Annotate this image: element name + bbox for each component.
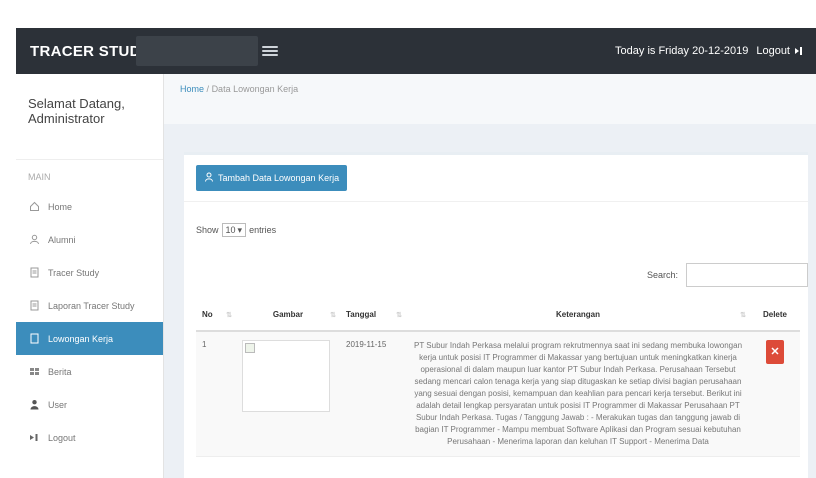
cell-tanggal: 2019-11-15 xyxy=(340,331,406,457)
sidebar-item-label: Tracer Study xyxy=(48,267,100,278)
search-input[interactable] xyxy=(686,263,808,287)
entries-value: 10 xyxy=(225,225,236,235)
sidebar-item-label: Alumni xyxy=(48,234,76,245)
table-row: 1 2019-11-15 PT Subur Indah Perkasa mela… xyxy=(196,331,800,457)
sidebar-item-label: Berita xyxy=(48,366,72,377)
nav-header: MAIN xyxy=(28,172,51,182)
cell-delete xyxy=(750,331,800,457)
search-label: Search: xyxy=(646,270,678,280)
sidebar-item-user[interactable]: User xyxy=(16,388,163,421)
sidebar-item-label: Home xyxy=(48,201,73,212)
broken-image-icon xyxy=(245,343,255,353)
search-control: Search: xyxy=(647,263,808,287)
cell-keterangan: PT Subur Indah Perkasa melalui program r… xyxy=(406,331,750,457)
column-header-keterangan[interactable]: Keterangan ⇅ xyxy=(406,299,750,332)
sidebar-item-berita[interactable]: Berita xyxy=(16,355,163,388)
file-icon xyxy=(28,333,40,345)
sidebar-item-laporan-tracer-study[interactable]: Laporan Tracer Study xyxy=(16,289,163,322)
delete-button[interactable] xyxy=(766,340,784,364)
cell-no: 1 xyxy=(196,331,236,457)
breadcrumb: Home / Data Lowongan Kerja xyxy=(164,74,816,124)
sidebar-item-home[interactable]: Home xyxy=(16,190,163,223)
sidebar-item-lowongan-kerja[interactable]: Lowongan Kerja xyxy=(16,322,163,355)
top-navbar: TRACER STUDY Today is Friday 20-12-2019 … xyxy=(16,28,816,74)
home-icon xyxy=(28,201,40,213)
table-header-row: No ⇅ Gambar ⇅ Tanggal ⇅ Keterangan ⇅ Delete xyxy=(196,299,800,332)
show-label: Show xyxy=(196,225,219,235)
file-icon xyxy=(28,300,40,312)
broken-image xyxy=(242,340,330,412)
sidebar-item-logout[interactable]: Logout xyxy=(16,421,163,454)
app-title: TRACER STUDY xyxy=(30,42,152,60)
cell-gambar xyxy=(236,331,340,457)
date-text: Today is Friday 20-12-2019 xyxy=(615,45,749,57)
data-box: Tambah Data Lowongan Kerja Show 10 ▾ ent… xyxy=(184,152,808,478)
box-divider xyxy=(184,201,808,202)
entries-length-control: Show 10 ▾ entries xyxy=(196,223,276,237)
breadcrumb-home-link[interactable]: Home xyxy=(180,84,204,94)
logout-icon xyxy=(28,432,40,444)
app-window: TRACER STUDY Today is Friday 20-12-2019 … xyxy=(16,28,816,478)
sidebar-item-label: Laporan Tracer Study xyxy=(48,300,135,311)
main-content: Home / Data Lowongan Kerja Tambah Data L… xyxy=(164,74,816,478)
person-icon xyxy=(28,399,40,411)
breadcrumb-current: Data Lowongan Kerja xyxy=(211,84,299,94)
sort-icon: ⇅ xyxy=(330,312,336,319)
welcome-line-2: Administrator xyxy=(28,111,105,126)
sidebar-item-label: User xyxy=(48,399,68,410)
sidebar: Selamat Datang, Administrator MAIN Home … xyxy=(16,74,164,478)
grid-icon xyxy=(28,366,40,378)
add-lowongan-button[interactable]: Tambah Data Lowongan Kerja xyxy=(196,165,348,191)
welcome-line-1: Selamat Datang, xyxy=(28,96,125,111)
breadcrumb-separator: / xyxy=(206,84,210,94)
delete-icon xyxy=(771,347,779,357)
add-lowongan-label: Tambah Data Lowongan Kerja xyxy=(218,173,340,183)
sort-icon: ⇅ xyxy=(226,312,232,319)
lowongan-table: No ⇅ Gambar ⇅ Tanggal ⇅ Keterangan ⇅ Delete … xyxy=(196,299,800,457)
caret-down-icon: ▾ xyxy=(237,224,243,235)
user-add-icon xyxy=(204,172,214,184)
topbar-logout-link[interactable]: Logout xyxy=(756,45,804,57)
topbar-right: Today is Friday 20-12-2019 Logout xyxy=(615,28,804,74)
sort-icon: ⇅ xyxy=(396,312,402,319)
user-icon xyxy=(28,234,40,246)
sign-out-icon xyxy=(794,46,804,56)
entries-select[interactable]: 10 ▾ xyxy=(221,223,247,237)
topbar-logout-label: Logout xyxy=(756,45,790,57)
column-header-no[interactable]: No ⇅ xyxy=(196,299,236,332)
column-header-tanggal[interactable]: Tanggal ⇅ xyxy=(340,299,406,332)
sidebar-item-tracer-study[interactable]: Tracer Study xyxy=(16,256,163,289)
column-header-delete[interactable]: Delete xyxy=(750,299,800,332)
welcome-panel: Selamat Datang, Administrator xyxy=(16,74,163,160)
file-icon xyxy=(28,267,40,279)
sort-icon: ⇅ xyxy=(740,312,746,319)
sidebar-item-label: Lowongan Kerja xyxy=(48,333,114,344)
column-header-gambar[interactable]: Gambar ⇅ xyxy=(236,299,340,332)
sidebar-item-alumni[interactable]: Alumni xyxy=(16,223,163,256)
menu-toggle-icon[interactable] xyxy=(262,43,278,59)
entries-label: entries xyxy=(249,225,277,235)
redacted-region xyxy=(136,36,258,66)
sidebar-item-label: Logout xyxy=(48,432,76,443)
